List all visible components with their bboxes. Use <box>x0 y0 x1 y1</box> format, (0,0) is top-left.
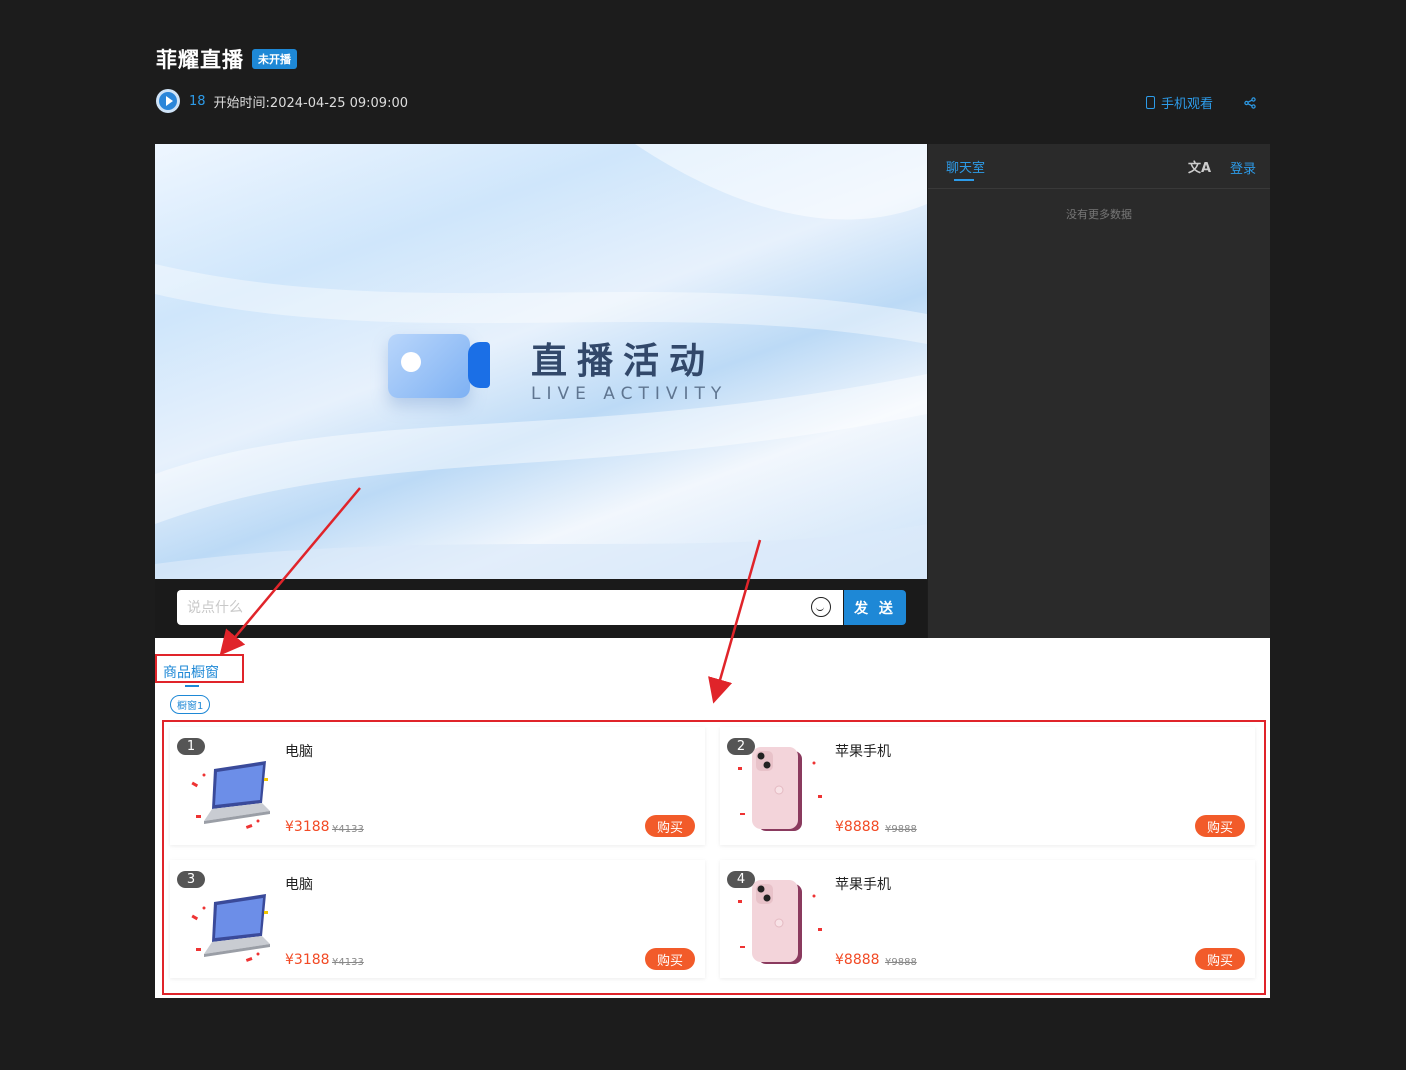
camera-icon <box>388 334 470 398</box>
header-actions: 手机观看 <box>1146 93 1256 112</box>
product-price: ¥8888 <box>835 952 880 968</box>
product-card[interactable]: 1 电脑 ¥3188 ¥4133 购买 <box>170 727 705 845</box>
header-title-row: 菲耀直播 未开播 <box>156 44 297 74</box>
product-price: ¥3188 <box>285 952 330 968</box>
laptop-image <box>191 894 270 962</box>
chat-message-input[interactable] <box>177 590 843 625</box>
header-meta-row: 18 开始时间:2024-04-25 09:09:00 <box>156 89 408 113</box>
annotation-box-tab <box>155 654 244 683</box>
emoji-icon[interactable] <box>811 597 831 617</box>
product-card[interactable]: 4 苹果手机 ¥8888 ¥9888 购买 <box>720 860 1255 978</box>
buy-button[interactable]: 购买 <box>645 948 695 970</box>
product-original-price: ¥4133 <box>332 824 364 835</box>
product-name: 电脑 <box>285 744 313 760</box>
video-title-cn: 直播活动 <box>531 341 716 382</box>
buy-button[interactable]: 购买 <box>1195 815 1245 837</box>
status-badge: 未开播 <box>252 49 297 69</box>
product-price: ¥8888 <box>835 819 880 835</box>
play-icon[interactable] <box>156 89 180 113</box>
product-price: ¥3188 <box>285 819 330 835</box>
category-chip[interactable]: 橱窗1 <box>170 695 211 714</box>
video-title-en: LIVE ACTIVITY <box>531 384 728 404</box>
video-player[interactable]: 直播活动 LIVE ACTIVITY <box>155 144 927 579</box>
empty-state-text: 没有更多数据 <box>1066 208 1132 221</box>
start-time: 开始时间:2024-04-25 09:09:00 <box>213 95 408 111</box>
translate-icon[interactable]: 文A <box>1188 157 1211 176</box>
product-original-price: ¥9888 <box>885 824 917 835</box>
page-title: 菲耀直播 <box>156 48 244 72</box>
chat-header: 聊天室 文A 登录 <box>928 144 1270 189</box>
product-original-price: ¥9888 <box>885 957 917 968</box>
product-name: 苹果手机 <box>835 877 891 893</box>
camera-lens-icon <box>468 342 490 388</box>
send-button[interactable]: 发 送 <box>844 590 906 625</box>
viewer-count: 18 <box>189 93 206 109</box>
tab-chatroom[interactable]: 聊天室 <box>946 157 985 176</box>
mobile-watch-link[interactable]: 手机观看 <box>1161 93 1213 112</box>
tab-active-indicator <box>185 685 199 687</box>
share-icon[interactable] <box>1244 96 1256 109</box>
chat-panel: 聊天室 文A 登录 没有更多数据 <box>928 144 1270 638</box>
mobile-icon <box>1146 96 1155 109</box>
phone-image <box>738 880 822 964</box>
product-name: 电脑 <box>285 877 313 893</box>
phone-image <box>738 747 822 831</box>
laptop-image <box>191 761 270 829</box>
product-name: 苹果手机 <box>835 744 891 760</box>
buy-button[interactable]: 购买 <box>645 815 695 837</box>
buy-button[interactable]: 购买 <box>1195 948 1245 970</box>
product-card[interactable]: 2 苹果手机 ¥8888 ¥9888 购买 <box>720 727 1255 845</box>
login-link[interactable]: 登录 <box>1230 158 1256 177</box>
product-card[interactable]: 3 电脑 ¥3188 ¥4133 购买 <box>170 860 705 978</box>
chat-input-bar: 发 送 <box>155 579 927 638</box>
tab-active-indicator <box>954 179 974 181</box>
product-original-price: ¥4133 <box>332 957 364 968</box>
product-showcase: 商品橱窗 橱窗1 1 电脑 ¥3188 ¥4133 购买 2 苹果手机 ¥888… <box>155 638 1270 998</box>
